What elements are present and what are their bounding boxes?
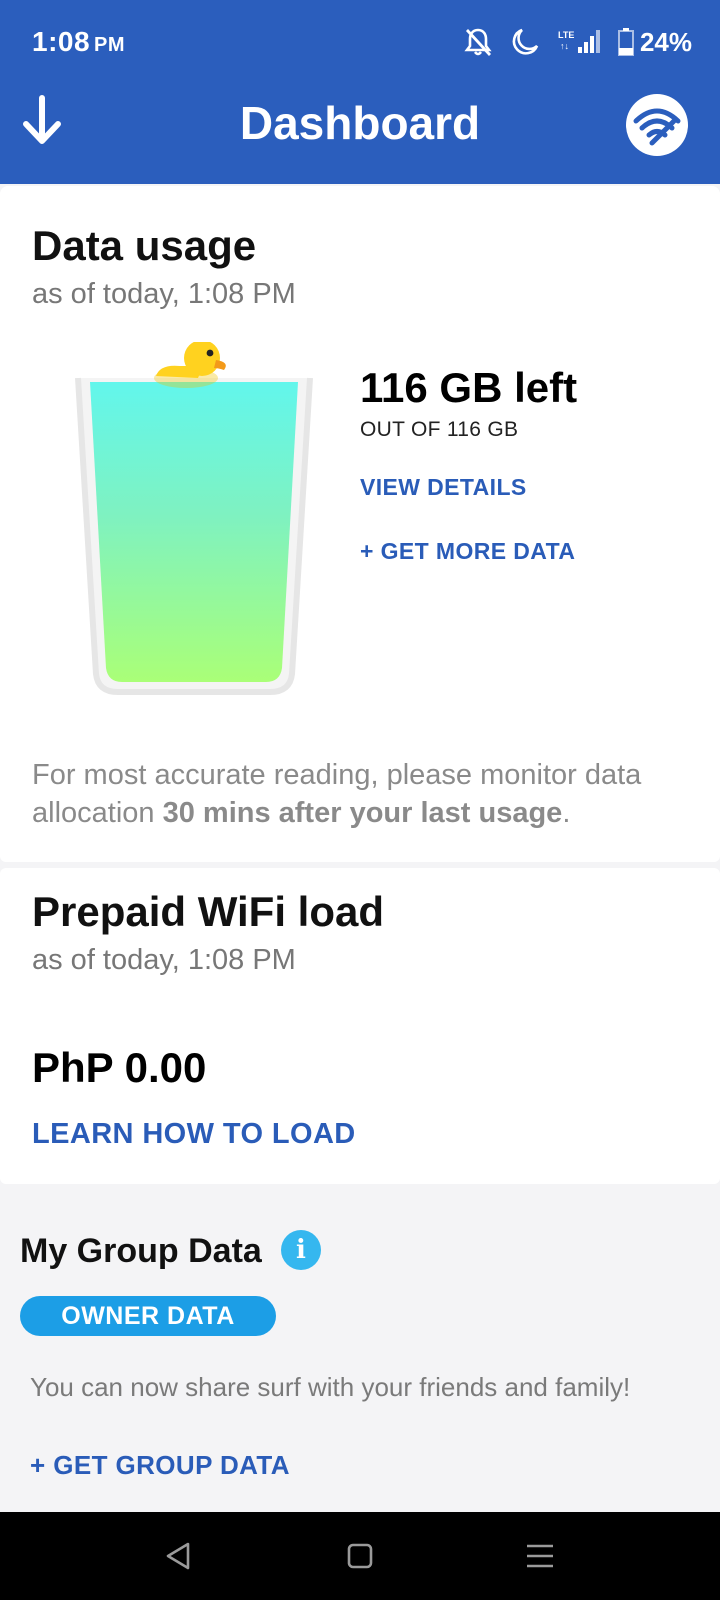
info-icon[interactable]: i [281,1230,321,1270]
svg-text:LTE: LTE [558,30,574,40]
accuracy-note-bold: 30 mins after your last usage [162,797,563,829]
data-total: OUT OF 116 GB [360,418,519,441]
data-glass-illustration [75,342,313,695]
wifi-logo-button[interactable] [626,94,688,156]
status-icons: LTE ↑↓ 24% [464,24,692,60]
battery-indicator: 24% [617,26,692,58]
data-remaining: 116 GB left [360,364,578,411]
nav-back-button[interactable] [160,1538,196,1574]
group-data-description: You can now share surf with your friends… [30,1372,631,1402]
system-navigation-bar [0,1512,720,1600]
accuracy-note: For most accurate reading, please monito… [32,756,692,832]
wifi-load-card: Prepaid WiFi load as of today, 1:08 PM P… [0,868,720,1184]
status-time: 1:08 PM [32,26,125,58]
data-fill-level [90,382,298,682]
wifi-logo-icon [633,108,681,146]
svg-text:↑↓: ↑↓ [560,41,569,51]
lte-signal-icon: LTE ↑↓ [558,30,600,53]
back-icon [166,1542,190,1570]
wifi-load-balance: PhP 0.00 [32,1044,207,1091]
wifi-load-timestamp: as of today, 1:08 PM [32,944,296,976]
status-time-ampm: PM [94,34,126,56]
moon-icon [512,28,539,55]
home-icon [347,1543,373,1569]
menu-icon [527,1544,553,1568]
app-header: 1:08 PM LTE ↑↓ 24% Dashboard [0,0,720,184]
battery-icon [617,28,634,56]
data-usage-timestamp: as of today, 1:08 PM [32,278,296,310]
view-details-link[interactable]: VIEW DETAILS [360,474,527,501]
accuracy-note-suffix: . [562,797,571,829]
wifi-load-title: Prepaid WiFi load [32,888,384,935]
get-group-data-link[interactable]: + GET GROUP DATA [30,1450,290,1481]
get-more-data-link[interactable]: + GET MORE DATA [360,538,575,565]
nav-home-button[interactable] [342,1538,378,1574]
data-usage-title: Data usage [32,222,257,269]
status-time-value: 1:08 [32,26,91,57]
data-usage-card: Data usage as of today, 1:08 PM 116 GB l… [0,186,720,862]
notifications-off-icon [464,28,492,56]
page-title: Dashboard [239,97,481,149]
learn-how-to-load-link[interactable]: LEARN HOW TO LOAD [32,1118,356,1151]
duck-icon [154,342,226,388]
battery-text: 24% [639,26,692,57]
nav-menu-button[interactable] [522,1538,558,1574]
owner-data-badge[interactable]: OWNER DATA [20,1296,276,1336]
group-data-title: My Group Data [20,1232,262,1270]
